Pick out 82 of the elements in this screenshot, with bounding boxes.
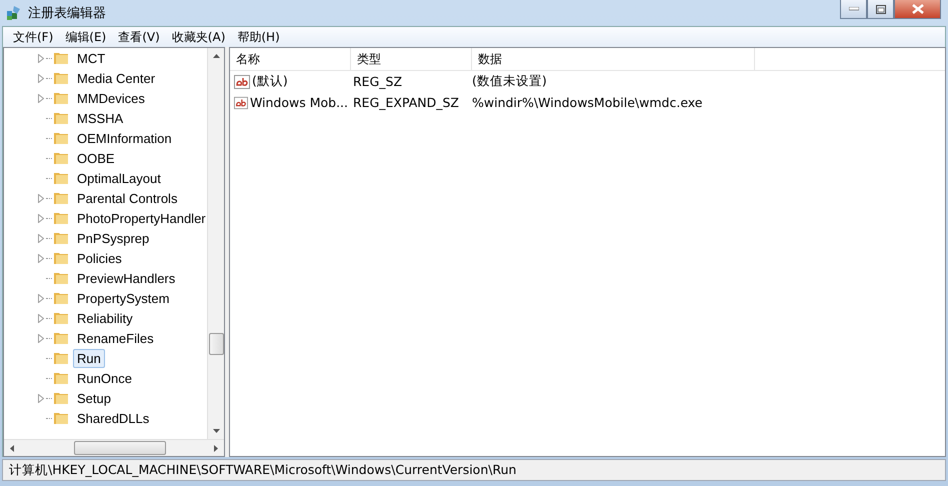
folder-icon <box>53 270 69 286</box>
column-header[interactable]: 类型 <box>351 48 472 70</box>
menu-item[interactable]: 帮助(H) <box>231 28 286 46</box>
window-title: 注册表编辑器 <box>28 5 106 22</box>
horizontal-scrollbar[interactable] <box>4 439 224 456</box>
folder-icon <box>53 50 69 66</box>
menu-item[interactable]: 文件(F) <box>7 28 60 46</box>
scroll-left-arrow-icon[interactable] <box>10 444 14 452</box>
scroll-right-arrow-icon[interactable] <box>214 444 218 452</box>
close-button[interactable] <box>894 0 941 19</box>
tree-item[interactable]: Policies <box>73 248 126 268</box>
expand-arrow-icon[interactable] <box>38 54 44 62</box>
expand-arrow-icon[interactable] <box>38 394 44 402</box>
expand-arrow-icon[interactable] <box>38 294 44 302</box>
string-value-icon <box>234 96 248 110</box>
expand-arrow-icon[interactable] <box>38 314 44 322</box>
expand-arrow-icon[interactable] <box>38 234 44 242</box>
folder-icon <box>53 150 69 166</box>
tree-item[interactable]: OEMInformation <box>73 128 176 148</box>
maximize-icon <box>876 4 886 14</box>
tree-item[interactable]: SharedDLLs <box>73 408 154 428</box>
tree-item[interactable]: PreviewHandlers <box>73 268 180 288</box>
tree-item[interactable]: PropertySystem <box>73 288 174 308</box>
expand-arrow-icon[interactable] <box>38 334 44 342</box>
expand-arrow-icon[interactable] <box>38 94 44 102</box>
tree-item[interactable]: PhotoPropertyHandler <box>73 208 207 228</box>
scroll-up-arrow-icon[interactable] <box>212 54 220 58</box>
scroll-down-arrow-icon[interactable] <box>212 429 220 433</box>
folder-icon <box>53 170 69 186</box>
minimize-button[interactable] <box>840 0 867 19</box>
folder-icon <box>53 390 69 406</box>
folder-icon <box>53 90 69 106</box>
tree-item[interactable]: Setup <box>73 388 115 408</box>
expand-arrow-icon[interactable] <box>38 254 44 262</box>
tree-item[interactable]: Reliability <box>73 308 137 328</box>
vertical-scrollbar[interactable] <box>207 48 224 439</box>
column-header[interactable]: 名称 <box>230 48 351 70</box>
tree-item[interactable]: Media Center <box>73 68 160 88</box>
folder-icon <box>53 190 69 206</box>
tree-item[interactable]: OOBE <box>73 148 119 168</box>
tree-item[interactable]: Run <box>73 348 105 368</box>
tree-item[interactable]: Parental Controls <box>73 188 182 208</box>
tree-item[interactable]: MCT <box>73 48 110 68</box>
table-cell-text: REG_SZ <box>352 74 404 89</box>
status-bar: 计算机\HKEY_LOCAL_MACHINE\SOFTWARE\Microsoft\Windows\CurrentVersion\Run <box>2 459 946 481</box>
column-header[interactable]: 数据 <box>472 48 755 70</box>
table-cell-text: REG_EXPAND_SZ <box>352 95 460 110</box>
tree-item[interactable]: MSSHA <box>73 108 128 128</box>
tree-item[interactable]: PnPSysprep <box>73 228 154 248</box>
table-cell-text: %windir%\WindowsMobile\wmdc.exe <box>471 95 704 110</box>
folder-icon <box>53 370 69 386</box>
tree-item[interactable]: OptimalLayout <box>73 168 165 188</box>
string-value-icon <box>234 74 250 88</box>
folder-icon <box>53 230 69 246</box>
value-name: (默认) <box>252 73 288 90</box>
scrollbar-thumb[interactable] <box>208 332 224 354</box>
value-name: Windows Mob... <box>250 95 348 110</box>
tree-item[interactable]: MMDevices <box>73 88 149 108</box>
expand-arrow-icon[interactable] <box>38 74 44 82</box>
table-cell-text: (数值未设置) <box>471 73 548 90</box>
folder-icon <box>53 110 69 126</box>
menu-item[interactable]: 收藏夹(A) <box>166 28 232 46</box>
minimize-icon <box>848 7 858 11</box>
folder-icon <box>53 410 69 426</box>
expand-arrow-icon[interactable] <box>38 214 44 222</box>
folder-icon <box>53 310 69 326</box>
scrollbar-thumb[interactable] <box>74 441 166 455</box>
folder-icon <box>53 330 69 346</box>
maximize-button[interactable] <box>867 0 894 19</box>
registry-icon <box>6 5 22 21</box>
tree-item[interactable]: RunOnce <box>73 368 136 388</box>
folder-icon <box>53 130 69 146</box>
folder-icon <box>53 290 69 306</box>
folder-icon <box>53 210 69 226</box>
folder-icon <box>53 70 69 86</box>
tree-item[interactable]: RenameFiles <box>73 328 158 348</box>
folder-icon <box>53 350 69 366</box>
folder-icon <box>53 250 69 266</box>
expand-arrow-icon[interactable] <box>38 194 44 202</box>
menu-item[interactable]: 编辑(E) <box>59 28 112 46</box>
close-icon <box>912 4 924 14</box>
menu-item[interactable]: 查看(V) <box>112 28 166 46</box>
